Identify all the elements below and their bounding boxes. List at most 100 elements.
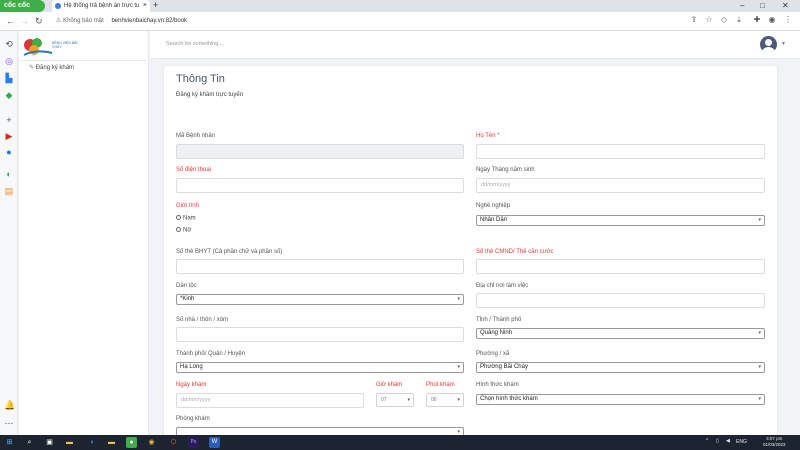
- tray-chevron-icon[interactable]: ^: [706, 438, 708, 444]
- nghe-nghiep-select[interactable]: Nhân Dân ▾: [476, 215, 765, 226]
- file-explorer-icon[interactable]: ▬: [64, 437, 75, 448]
- browser-tab-strip: cốc cốc Hệ thống trả bệnh án trực tu × +…: [0, 0, 800, 12]
- search-icon[interactable]: ⌕: [24, 437, 35, 448]
- close-window-button[interactable]: ✕: [782, 0, 789, 11]
- registration-card: Thông Tin Đăng ký khám trực tuyến Mã Bện…: [164, 66, 777, 436]
- url-field[interactable]: ⚠ Không bảo mật benhvienbaichay.vn:82/bo…: [56, 15, 676, 28]
- hospital-logo-mark-icon: [23, 38, 53, 56]
- folder-icon[interactable]: ▬: [106, 437, 117, 448]
- ho-ten-label: Họ Tên *: [476, 133, 500, 139]
- dan-toc-value: *Kinh: [180, 296, 195, 302]
- clock-date: 01/03/2023: [763, 442, 786, 447]
- page-subtitle: Đăng ký khám trực tuyến: [176, 92, 244, 98]
- tinh-select[interactable]: Quảng Ninh ▾: [476, 328, 765, 339]
- so-nha-field[interactable]: [176, 327, 464, 342]
- messenger-icon[interactable]: ◎: [4, 56, 14, 66]
- cmnd-field[interactable]: [476, 259, 765, 274]
- ho-ten-field[interactable]: [476, 144, 765, 159]
- taskbar-clock[interactable]: 3:07 pm 01/03/2023: [763, 436, 786, 448]
- tab-title: Hệ thống trả bệnh án trực tu: [64, 3, 140, 9]
- chevron-down-icon: ▾: [457, 296, 460, 302]
- history-icon[interactable]: ⟲: [4, 39, 14, 49]
- tinh-value: Quảng Ninh: [480, 330, 513, 336]
- top-header: Search for something... ▾: [150, 31, 800, 59]
- so-dien-thoai-field[interactable]: [176, 178, 464, 193]
- phut-kham-value: 00: [431, 397, 437, 403]
- ngay-sinh-label: Ngày Tháng năm sinh: [476, 167, 535, 173]
- sidebar-item-label: Đăng ký khám: [35, 65, 75, 71]
- shield-icon[interactable]: ◇: [720, 16, 728, 24]
- ngay-kham-field[interactable]: dd/mm/yyyy: [176, 393, 364, 408]
- cmnd-label: Số thẻ CMND/ Thẻ căn cước: [476, 249, 554, 255]
- hinh-thuc-value: Chọn hình thức khám: [480, 396, 538, 402]
- url-text: benhvienbaichay.vn:82/book: [111, 18, 188, 24]
- quan-select[interactable]: Hạ Long ▾: [176, 362, 464, 373]
- coccoc-app-icon[interactable]: ◐: [4, 169, 14, 179]
- phut-kham-select[interactable]: 00 ▾: [426, 393, 464, 407]
- hinh-thuc-select[interactable]: Chọn hình thức khám ▾: [476, 394, 765, 405]
- opera-icon[interactable]: O: [168, 437, 179, 448]
- new-tab-button[interactable]: +: [153, 0, 158, 11]
- phuong-select[interactable]: Phường Bãi Cháy ▾: [476, 362, 765, 373]
- ngay-sinh-field[interactable]: dd/mm/yyyy: [476, 178, 765, 193]
- volume-icon[interactable]: ◀: [726, 438, 730, 444]
- dan-toc-label: Dân tộc: [176, 283, 197, 289]
- youtube-icon[interactable]: ▶: [4, 131, 14, 141]
- network-icon[interactable]: ▯: [716, 438, 719, 444]
- browser-tab[interactable]: Hệ thống trả bệnh án trực tu ×: [52, 0, 150, 12]
- tab-close-icon[interactable]: ×: [143, 0, 147, 12]
- forward-icon[interactable]: →: [20, 15, 29, 27]
- photoshop-icon[interactable]: Ps: [188, 437, 199, 448]
- notes-icon[interactable]: ▤: [4, 186, 14, 196]
- noi-lam-viec-label: Địa chỉ nơi làm việc: [476, 283, 529, 289]
- noi-lam-viec-field[interactable]: [476, 293, 765, 308]
- translate-icon[interactable]: ⇪: [690, 16, 698, 24]
- phong-kham-label: Phòng khám: [176, 416, 210, 422]
- maximize-button[interactable]: □: [760, 0, 765, 11]
- chevron-down-icon: ▾: [457, 397, 460, 403]
- ma-benh-nhan-label: Mã Bệnh nhân: [176, 133, 216, 139]
- hospital-logo[interactable]: BỆNH VIỆN BÃI CHÁY: [22, 35, 82, 61]
- language-indicator[interactable]: ENG: [736, 439, 747, 445]
- word-icon[interactable]: W: [209, 437, 220, 448]
- dan-toc-select[interactable]: *Kinh ▾: [176, 294, 464, 305]
- chrome-icon[interactable]: ◉: [146, 437, 157, 448]
- minimize-button[interactable]: –: [740, 0, 744, 11]
- search-input[interactable]: Search for something...: [166, 41, 223, 47]
- notification-bell-icon[interactable]: 🔔: [4, 400, 15, 410]
- ngay-kham-label: Ngày khám: [176, 382, 207, 388]
- profile-icon[interactable]: ◉: [768, 16, 776, 24]
- gioi-tinh-nam-radio[interactable]: Nam: [176, 215, 196, 222]
- back-icon[interactable]: ←: [6, 15, 15, 27]
- stats-icon[interactable]: ▙: [4, 73, 14, 83]
- more-icon[interactable]: ⋯: [4, 418, 14, 428]
- user-avatar[interactable]: [760, 36, 777, 53]
- ma-benh-nhan-field: [176, 144, 464, 159]
- game-icon[interactable]: ◆: [4, 90, 14, 100]
- coccoc-taskbar-icon[interactable]: ●: [126, 437, 137, 448]
- windows-start-icon[interactable]: ⊞: [4, 437, 15, 448]
- windows-taskbar: ⊞ ⌕ ▣ ▬ ◑ ▬ ● ◉ O Ps W ^ ▯ ◀ ENG 3:07 pm…: [0, 435, 800, 450]
- phuong-value: Phường Bãi Cháy: [480, 364, 528, 370]
- coccoc-menu-button[interactable]: cốc cốc: [0, 0, 45, 12]
- bhyt-label: Số thẻ BHYT (Cả phần chữ và phần số): [176, 249, 283, 255]
- add-app-icon[interactable]: +: [4, 115, 14, 125]
- browser-sidebar: ⟲ ◎ ▙ ◆ + ▶ ● ◐ ▤ 🔔 ⋯: [0, 31, 18, 435]
- reload-icon[interactable]: ↻: [35, 15, 43, 27]
- gioi-tinh-nu-label: Nữ: [183, 227, 192, 234]
- gio-kham-select[interactable]: 07 ▾: [376, 393, 414, 407]
- chevron-down-icon[interactable]: ▾: [782, 40, 785, 47]
- extensions-icon[interactable]: ✚: [753, 16, 761, 24]
- facebook-icon[interactable]: ●: [4, 147, 14, 157]
- bookmark-star-icon[interactable]: ☆: [705, 16, 713, 24]
- task-view-icon[interactable]: ▣: [44, 437, 55, 448]
- edge-icon[interactable]: ◑: [86, 437, 97, 448]
- menu-icon[interactable]: ⋮: [784, 16, 792, 24]
- sidebar-item-dang-ky-kham[interactable]: ✎ Đăng ký khám: [29, 64, 74, 71]
- chevron-down-icon: ▾: [407, 397, 410, 403]
- gioi-tinh-nu-radio[interactable]: Nữ: [176, 227, 191, 234]
- download-icon[interactable]: ⤓: [735, 16, 743, 24]
- bhyt-field[interactable]: [176, 259, 464, 274]
- chevron-down-icon: ▾: [758, 396, 761, 402]
- chevron-down-icon: ▾: [457, 364, 460, 370]
